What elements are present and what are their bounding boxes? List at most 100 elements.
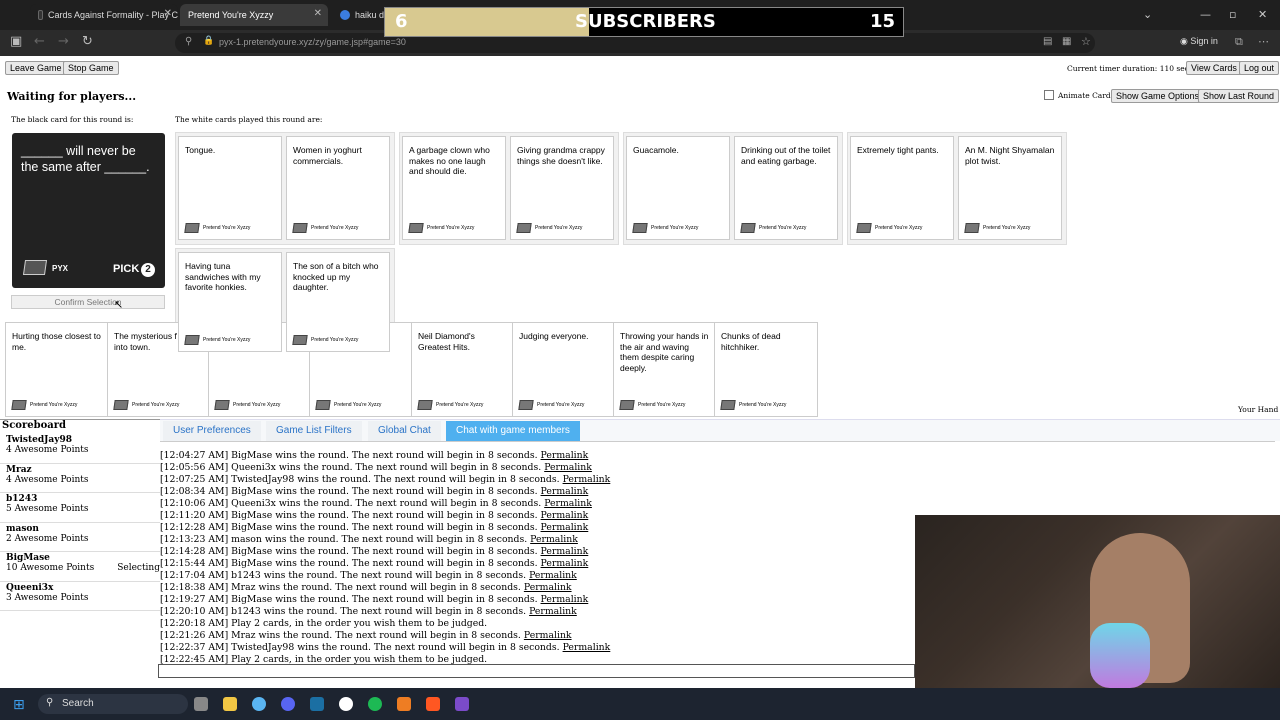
white-card[interactable]: Guacamole. Pretend You're Xyzzy (626, 136, 730, 240)
edge-browser-icon[interactable] (252, 697, 266, 711)
app-icon[interactable] (397, 697, 411, 711)
white-card-brand: Pretend You're Xyzzy (203, 337, 251, 343)
permalink-link[interactable]: Permalink (529, 606, 577, 617)
white-card-text: Drinking out of the toilet and eating ga… (741, 145, 831, 166)
permalink-link[interactable]: Permalink (541, 522, 589, 533)
reload-icon[interactable]: ↻ (82, 34, 93, 49)
close-tab-icon[interactable]: ✕ (314, 8, 322, 19)
permalink-link[interactable]: Permalink (530, 534, 578, 545)
chrome-icon[interactable] (339, 697, 353, 711)
pyx-logo-icon (184, 223, 200, 233)
tab-cards-against-formality[interactable]: Cards Against Formality - Play C ✕ (30, 4, 178, 26)
extensions-icon[interactable]: ⧉ (1235, 35, 1243, 49)
menu-icon[interactable]: ⋯ (1258, 35, 1269, 48)
permalink-link[interactable]: Permalink (563, 474, 611, 485)
back-icon[interactable]: ← (34, 34, 45, 49)
white-card[interactable]: Judging everyone. Pretend You're Xyzzy (512, 322, 616, 417)
pyx-logo-icon (408, 223, 424, 233)
windows-start-icon[interactable]: ⊞ (13, 697, 25, 713)
sign-in-button[interactable]: ◉ Sign in (1180, 36, 1218, 47)
white-card-text: Women in yoghurt commercials. (293, 145, 362, 166)
task-view-icon[interactable] (194, 697, 208, 711)
chat-message-text: [12:14:28 AM] BigMase wins the round. Th… (160, 546, 538, 557)
white-card[interactable]: Women in yoghurt commercials. Pretend You… (286, 136, 390, 240)
permalink-link[interactable]: Permalink (541, 486, 589, 497)
white-card-footer: Pretend You're Xyzzy (184, 223, 251, 233)
tab-user-preferences[interactable]: User Preferences (163, 421, 261, 441)
white-card-brand: Pretend You're Xyzzy (203, 225, 251, 231)
tab-pretend-youre-xyzzy[interactable]: Pretend You're Xyzzy ✕ (180, 4, 328, 26)
stop-game-button[interactable]: Stop Game (63, 61, 119, 75)
permalink-link[interactable]: Permalink (541, 510, 589, 521)
white-cards-caption: The white cards played this round are: (175, 115, 323, 124)
chat-message-text: [12:11:20 AM] BigMase wins the round. Th… (160, 510, 538, 521)
permalink-link[interactable]: Permalink (563, 642, 611, 653)
close-window-icon[interactable]: ✕ (1258, 8, 1267, 21)
chat-input[interactable] (158, 664, 915, 678)
tab-chat-with-game-members[interactable]: Chat with game members (446, 421, 580, 441)
permalink-link[interactable]: Permalink (541, 558, 589, 569)
white-card[interactable]: A garbage clown who makes no one laugh a… (402, 136, 506, 240)
permalink-link[interactable]: Permalink (529, 570, 577, 581)
permalink-link[interactable]: Permalink (524, 582, 572, 593)
scoreboard-row: BigMase 10 Awesome Points Selecting (0, 552, 160, 582)
spotify-icon[interactable] (368, 697, 382, 711)
tab-actions-icon[interactable]: ▣ (10, 34, 22, 49)
obs-icon[interactable] (455, 697, 469, 711)
permalink-link[interactable]: Permalink (541, 450, 589, 461)
tab-list-icon[interactable]: ⌄ (1143, 8, 1152, 21)
white-card[interactable]: An M. Night Shyamalan plot twist. Pretend… (958, 136, 1062, 240)
chat-message-text: [12:10:06 AM] Queeni3x wins the round. T… (160, 498, 542, 509)
scoreboard-row: Mraz 4 Awesome Points (0, 464, 160, 493)
leave-game-button[interactable]: Leave Game (5, 61, 67, 75)
minimize-icon[interactable]: — (1200, 8, 1211, 21)
confirm-selection-button[interactable]: Confirm Selection (11, 295, 165, 309)
white-card[interactable]: Drinking out of the toilet and eating ga… (734, 136, 838, 240)
steam-icon[interactable] (310, 697, 324, 711)
permalink-link[interactable]: Permalink (541, 546, 589, 557)
taskbar-search[interactable]: Search (38, 694, 188, 714)
white-card-footer: Pretend You're Xyzzy (964, 223, 1030, 233)
white-card[interactable]: Having tuna sandwiches with my favorite … (178, 252, 282, 352)
player-name: b1243 (6, 494, 38, 504)
site-info-icon[interactable]: ⚲ (185, 36, 192, 47)
pyx-logo-icon (632, 223, 648, 233)
permalink-link[interactable]: Permalink (544, 498, 592, 509)
animate-cards-checkbox[interactable] (1044, 90, 1054, 100)
mouse-cursor-icon: ↖ (114, 298, 124, 311)
view-cards-button[interactable]: View Cards (1186, 61, 1242, 75)
chat-message-text: [12:19:27 AM] BigMase wins the round. Th… (160, 594, 538, 605)
white-card-footer: Pretend You're Xyzzy (292, 335, 358, 345)
reader-icon[interactable]: ▤ (1043, 36, 1052, 47)
tab-haiku[interactable]: haiku def (332, 4, 392, 26)
maximize-icon[interactable]: ▫ (1229, 8, 1236, 21)
white-card[interactable]: Hurting those closest to me. Pretend You'… (5, 322, 109, 417)
player-points: 4 Awesome Points (6, 445, 89, 455)
white-card[interactable]: Extremely tight pants. Pretend You're Xyz… (850, 136, 954, 240)
white-card[interactable]: Throwing your hands in the air and wavin… (613, 322, 717, 417)
white-card[interactable]: Neil Diamond's Greatest Hits. Pretend You… (411, 322, 515, 417)
permalink-link[interactable]: Permalink (524, 630, 572, 641)
log-out-button[interactable]: Log out (1239, 61, 1280, 75)
white-card[interactable]: Tongue. Pretend You're Xyzzy (178, 136, 282, 240)
firefox-icon[interactable] (426, 697, 440, 711)
tab-global-chat[interactable]: Global Chat (368, 421, 441, 441)
immersive-icon[interactable]: ▦ (1062, 36, 1071, 47)
chat-message-text: [12:20:18 AM] Play 2 cards, in the order… (160, 618, 488, 629)
discord-icon[interactable] (281, 697, 295, 711)
subscriber-current: 6 (395, 11, 408, 32)
show-last-round-button[interactable]: Show Last Round (1198, 89, 1280, 103)
file-explorer-icon[interactable] (223, 697, 237, 711)
permalink-link[interactable]: Permalink (544, 462, 592, 473)
permalink-link[interactable]: Permalink (541, 594, 589, 605)
tab-game-list-filters[interactable]: Game List Filters (266, 421, 362, 441)
white-card[interactable]: Giving grandma crappy things she doesn't… (510, 136, 614, 240)
black-card-brand: PYX (52, 264, 69, 273)
favorite-star-icon[interactable]: ☆ (1081, 35, 1091, 48)
close-tab-icon[interactable]: ✕ (164, 8, 172, 19)
white-card-text: A garbage clown who makes no one laugh a… (409, 145, 490, 177)
forward-icon[interactable]: → (58, 34, 69, 49)
show-game-options-button[interactable]: Show Game Options (1111, 89, 1205, 103)
white-card[interactable]: Chunks of dead hitchhiker. Pretend You're… (714, 322, 818, 417)
white-card[interactable]: The son of a bitch who knocked up my dau… (286, 252, 390, 352)
